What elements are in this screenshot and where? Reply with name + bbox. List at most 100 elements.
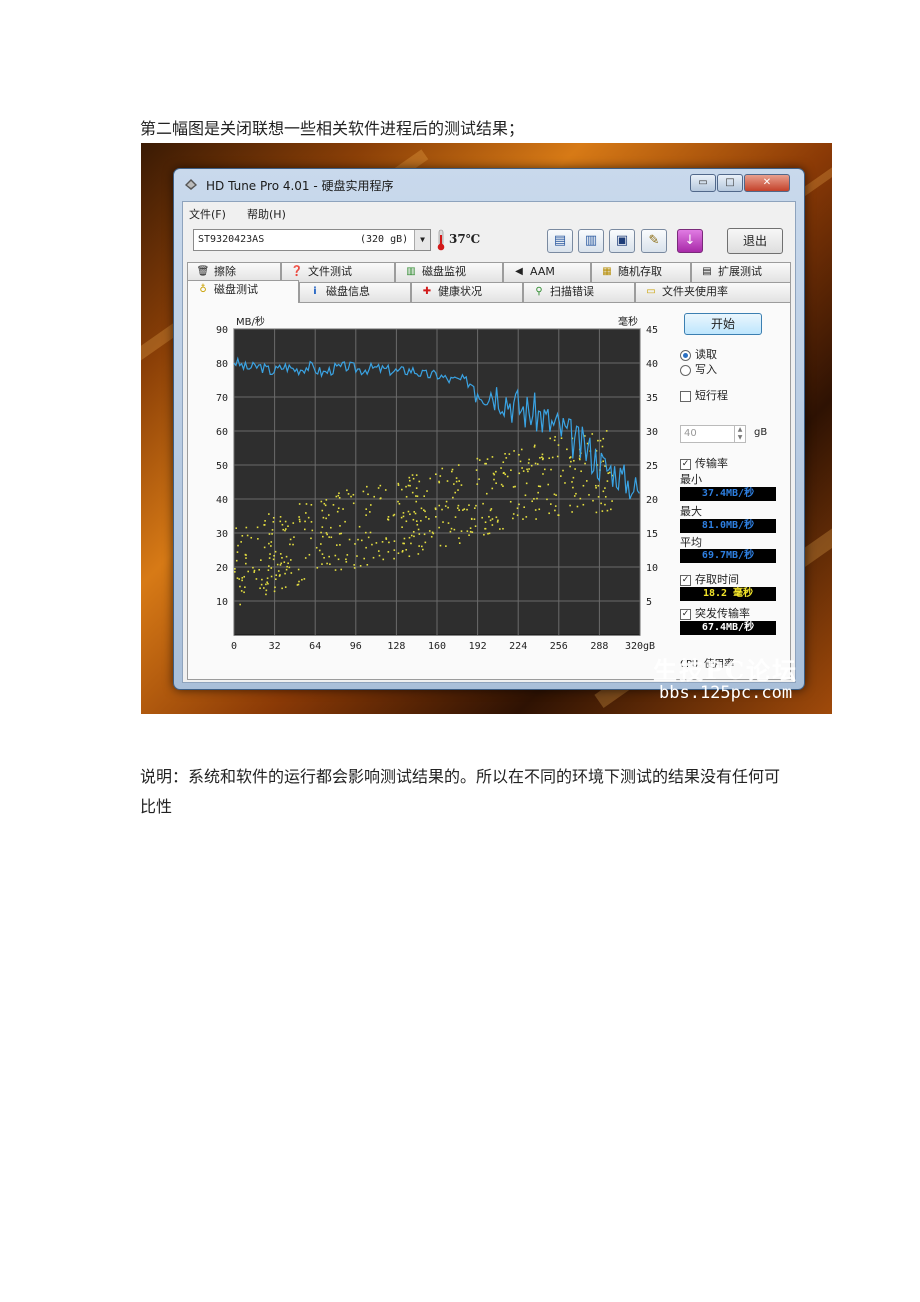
access-time-point	[259, 587, 261, 590]
access-time-point	[439, 544, 442, 547]
access-time-point	[458, 509, 460, 511]
access-time-point	[439, 475, 442, 477]
access-time-point	[286, 565, 288, 568]
save-button[interactable]: ▣	[609, 229, 635, 253]
access-time-point	[489, 509, 492, 512]
x-tick-label: 32	[269, 641, 281, 652]
access-time-point	[554, 436, 556, 438]
access-time-point	[272, 558, 275, 561]
tab-health[interactable]: ✚ 健康状况	[411, 282, 523, 302]
access-time-point	[610, 508, 612, 511]
access-time-point	[576, 505, 579, 508]
access-time-point	[592, 499, 594, 502]
access-time-point	[452, 496, 454, 499]
access-time-point	[415, 487, 418, 489]
access-time-point	[277, 570, 280, 572]
access-time-checkbox[interactable]: ✓ 存取时间	[680, 571, 739, 587]
access-time-point	[499, 528, 501, 530]
access-time-point	[382, 558, 385, 561]
tab-file-benchmark[interactable]: ❓ 文件测试	[281, 262, 395, 282]
access-time-point	[377, 487, 380, 489]
access-time-point	[564, 482, 566, 484]
menu-file[interactable]: 文件(F)	[189, 206, 226, 222]
access-time-point	[607, 472, 610, 475]
access-time-point	[236, 577, 239, 579]
access-time-point	[346, 554, 349, 556]
access-time-point	[414, 512, 417, 515]
copy-image-button[interactable]: ▥	[578, 229, 604, 253]
tab-disk-monitor[interactable]: ▥ 磁盘监视	[395, 262, 503, 282]
close-button[interactable]: ✕	[744, 174, 790, 192]
access-time-point	[346, 489, 348, 492]
access-time-point	[411, 474, 414, 476]
tab-folder-usage[interactable]: ▭ 文件夹使用率	[635, 282, 791, 302]
burst-rate-checkbox[interactable]: ✓ 突发传输率	[680, 605, 750, 621]
tab-random-access[interactable]: ▦ 随机存取	[591, 262, 691, 282]
access-time-point	[369, 531, 372, 534]
access-time-point	[365, 514, 367, 516]
access-time-point	[325, 499, 328, 501]
access-time-point	[601, 445, 604, 448]
tab-info[interactable]: i 磁盘信息	[299, 282, 411, 302]
access-time-point	[569, 465, 571, 468]
read-option[interactable]: 读取	[680, 346, 717, 362]
access-time-point	[454, 516, 457, 518]
access-time-point	[357, 538, 359, 541]
access-time-point	[432, 532, 435, 535]
access-time-point	[367, 493, 369, 496]
access-time-point	[265, 593, 267, 596]
file-test-icon: ❓	[290, 266, 304, 277]
access-time-point	[524, 494, 527, 497]
access-time-point	[387, 551, 390, 553]
access-time-point	[491, 524, 494, 526]
start-button[interactable]: 开始	[684, 313, 762, 335]
checkbox-checked-icon: ✓	[680, 608, 691, 620]
access-time-point	[320, 531, 322, 534]
chevron-down-icon[interactable]: ▼	[414, 230, 430, 250]
burst-rate-value: 67.4MB/秒	[680, 621, 776, 635]
tab-aam[interactable]: ◀ AAM	[503, 262, 591, 282]
y-left-tick-label: 50	[216, 461, 228, 472]
write-option[interactable]: 写入	[680, 361, 717, 377]
tab-error-scan[interactable]: ⚲ 扫描错误	[523, 282, 635, 302]
access-time-point	[482, 502, 484, 505]
access-time-point	[602, 437, 605, 440]
drive-select[interactable]: ST9320423AS (320 gB) ▼	[193, 229, 431, 251]
access-time-point	[261, 578, 263, 581]
access-time-point	[255, 578, 258, 580]
tab-extra-tests[interactable]: ▤ 扩展测试	[691, 262, 791, 282]
tab-benchmark[interactable]: ♁ 磁盘测试	[187, 280, 299, 303]
short-stroke-checkbox[interactable]: 短行程	[680, 387, 728, 403]
tab-erase[interactable]: 🗑 擦除	[187, 262, 281, 282]
access-time-point	[284, 572, 286, 575]
maximize-button[interactable]: □	[717, 174, 743, 192]
access-time-point	[271, 533, 273, 535]
access-time-point	[530, 464, 533, 467]
access-time-point	[435, 515, 437, 518]
x-tick-label: 0	[231, 641, 237, 652]
access-time-point	[299, 520, 301, 523]
download-button[interactable]: ↓	[677, 229, 703, 253]
access-time-point	[393, 557, 395, 560]
minimize-button[interactable]: ▭	[690, 174, 716, 192]
access-time-point	[536, 497, 538, 500]
access-time-point	[235, 559, 238, 562]
x-tick-label: 192	[469, 641, 487, 652]
access-time-point	[379, 497, 382, 500]
access-time-point	[321, 535, 324, 538]
access-time-point	[267, 582, 269, 585]
access-time-point	[547, 483, 550, 486]
access-time-point	[415, 520, 418, 522]
access-time-point	[362, 490, 365, 493]
tab-label: 文件夹使用率	[662, 285, 728, 298]
menu-help[interactable]: 帮助(H)	[247, 206, 286, 222]
access-time-point	[450, 527, 453, 530]
transfer-rate-checkbox[interactable]: ✓ 传输率	[680, 455, 728, 471]
exit-button[interactable]: 退出	[727, 228, 783, 254]
options-button[interactable]: ✎	[641, 229, 667, 253]
folder-icon: ▭	[646, 286, 656, 297]
spinner-icon[interactable]: ▲ ▼	[734, 426, 745, 442]
copy-text-button[interactable]: ▤	[547, 229, 573, 253]
access-time-point	[495, 516, 498, 519]
access-time-point	[287, 562, 289, 565]
